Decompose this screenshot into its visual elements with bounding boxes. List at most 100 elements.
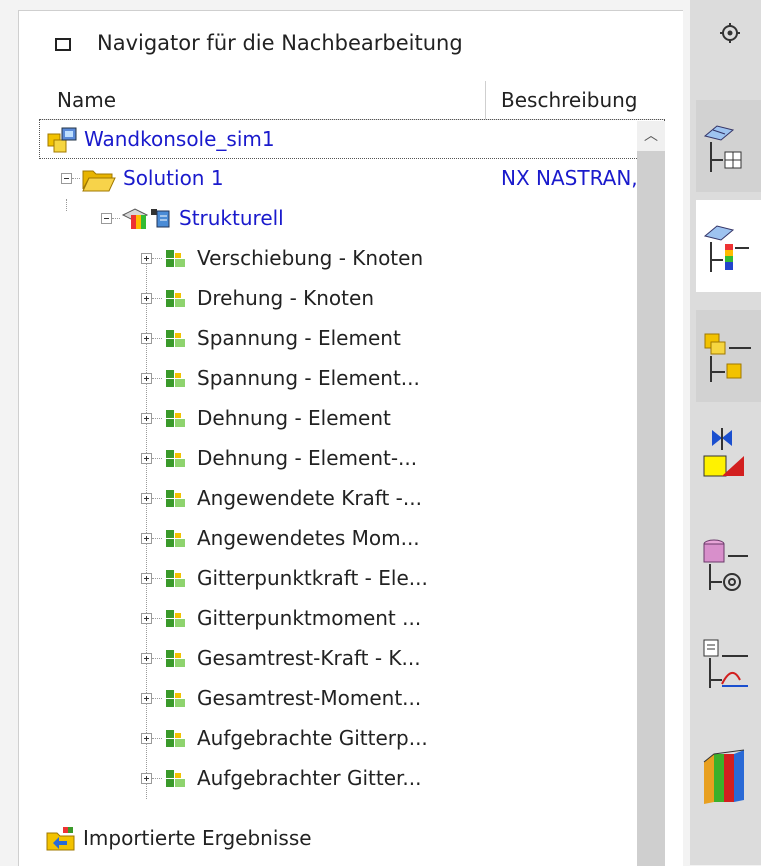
tree-node-result[interactable]: Aufgebrachte Gitterp... (39, 719, 665, 759)
tree-node-label: Dehnung - Element (197, 406, 391, 430)
tree-node-label: Gitterpunktkraft - Ele... (197, 566, 428, 590)
tree-connector (152, 338, 162, 339)
tree-node-label: Gitterpunktmoment ... (197, 606, 422, 630)
tree-node-root[interactable]: Wandkonsole_sim1 (39, 119, 665, 159)
result-icon (166, 770, 185, 787)
tree-node-result[interactable]: Gitterpunktkraft - Ele... (39, 559, 665, 599)
tree-node-result[interactable]: Gesamtrest-Moment... (39, 679, 665, 719)
tree-node-imported[interactable]: Importierte Ergebnisse (39, 819, 665, 859)
tree-connector (152, 378, 162, 379)
result-icon (166, 650, 185, 667)
tree-node-label: Aufgebrachter Gitter... (197, 766, 422, 790)
tree-node-label: Wandkonsole_sim1 (84, 127, 275, 151)
result-icon (166, 250, 185, 267)
resource-bar-reuse-library[interactable] (690, 520, 761, 610)
tree-connector (72, 178, 80, 179)
column-header-name[interactable]: Name (57, 88, 116, 112)
tab-simulation-navigator[interactable] (696, 100, 761, 192)
expand-toggle[interactable] (141, 453, 152, 464)
result-icon (166, 530, 185, 547)
expand-toggle[interactable] (141, 653, 152, 664)
tree-node-label: Solution 1 (123, 166, 224, 190)
gear-icon (720, 23, 740, 43)
tree-node-label: Gesamtrest-Moment... (197, 686, 422, 710)
result-icon (166, 410, 185, 427)
tree-node-label: Gesamtrest-Kraft - K... (197, 646, 421, 670)
scroll-up-arrow-icon[interactable]: ︿ (637, 121, 665, 151)
collapse-toggle[interactable] (101, 213, 112, 224)
panel-titlebar: Navigator für die Nachbearbeitung (19, 11, 683, 73)
tree-node-result[interactable]: Spannung - Element... (39, 359, 665, 399)
tab-assembly-navigator[interactable] (696, 310, 761, 402)
tree-node-result[interactable]: Dehnung - Element-... (39, 439, 665, 479)
simulation-navigator-icon (703, 125, 742, 172)
panel-title: Navigator für die Nachbearbeitung (97, 31, 463, 55)
tree-node-result[interactable]: Spannung - Element (39, 319, 665, 359)
expand-toggle[interactable] (141, 573, 152, 584)
tree-node-result[interactable]: Drehung - Knoten (39, 279, 665, 319)
expand-toggle[interactable] (141, 493, 152, 504)
tree-node-result[interactable]: Aufgebrachter Gitter... (39, 759, 665, 799)
tree-connector (112, 218, 120, 219)
imported-results-icon (46, 827, 75, 851)
column-header-description[interactable]: Beschreibung (501, 88, 638, 112)
expand-toggle[interactable] (141, 613, 152, 624)
tree-node-description: NX NASTRAN, (501, 166, 638, 190)
result-icon (166, 730, 185, 747)
tree-connector (152, 618, 162, 619)
panel-pin-checkbox[interactable] (55, 38, 71, 51)
tree-connector (152, 298, 162, 299)
results-tree: Wandkonsole_sim1 Solution 1 NX NASTRAN, (39, 119, 665, 866)
tree-connector (152, 258, 162, 259)
column-divider[interactable] (485, 81, 486, 119)
tree-node-solution[interactable]: Solution 1 NX NASTRAN, (39, 159, 665, 199)
column-header: Name Beschreibung (39, 81, 665, 120)
expand-toggle[interactable] (141, 773, 152, 784)
xy-graph-navigator-icon (703, 639, 748, 688)
collapse-toggle[interactable] (61, 173, 72, 184)
tree-connector (152, 778, 162, 779)
expand-toggle[interactable] (141, 333, 152, 344)
tree-node-label: Dehnung - Element-... (197, 446, 418, 470)
tree-node-result[interactable]: Gesamtrest-Kraft - K... (39, 639, 665, 679)
expand-toggle[interactable] (141, 293, 152, 304)
result-icon (166, 490, 185, 507)
resource-bar-xy-graph-navigator[interactable] (690, 620, 761, 710)
tree-connector (152, 658, 162, 659)
vertical-scrollbar[interactable] (637, 121, 665, 866)
tree-connector (152, 418, 162, 419)
history-icon (703, 749, 745, 804)
resource-bar-constraint-navigator[interactable] (690, 410, 761, 500)
result-icon (166, 570, 185, 587)
tree-node-result[interactable]: Gitterpunktmoment ... (39, 599, 665, 639)
result-icon (166, 690, 185, 707)
tree-node-label: Spannung - Element (197, 326, 401, 350)
post-processing-navigator-icon (703, 225, 749, 272)
assembly-navigator-icon (704, 333, 751, 382)
expand-toggle[interactable] (141, 373, 152, 384)
expand-toggle[interactable] (141, 253, 152, 264)
tree-node-label: Angewendetes Mom... (197, 526, 420, 550)
constraint-navigator-icon (703, 428, 744, 477)
expand-toggle[interactable] (141, 533, 152, 544)
expand-toggle[interactable] (141, 693, 152, 704)
tab-post-processing-navigator[interactable] (696, 200, 761, 292)
folder-open-icon (82, 170, 116, 192)
tree-connector (152, 458, 162, 459)
tree-connector (152, 538, 162, 539)
result-icon (166, 610, 185, 627)
resource-bar-history[interactable] (690, 730, 761, 820)
tree-node-result[interactable]: Verschiebung - Knoten (39, 239, 665, 279)
tree-node-result[interactable]: Angewendete Kraft -... (39, 479, 665, 519)
expand-toggle[interactable] (141, 413, 152, 424)
tree-node-result[interactable]: Angewendetes Mom... (39, 519, 665, 559)
tree-node-label: Drehung - Knoten (197, 286, 374, 310)
expand-toggle[interactable] (141, 733, 152, 744)
tree-node-structural[interactable]: Strukturell (39, 199, 665, 239)
tree-node-result[interactable]: Dehnung - Element (39, 399, 665, 439)
tree-connector (152, 698, 162, 699)
resource-bar-settings[interactable] (690, 0, 761, 75)
tree-connector (152, 578, 162, 579)
tree-node-label: Importierte Ergebnisse (83, 826, 312, 850)
tree-connector (66, 199, 67, 211)
